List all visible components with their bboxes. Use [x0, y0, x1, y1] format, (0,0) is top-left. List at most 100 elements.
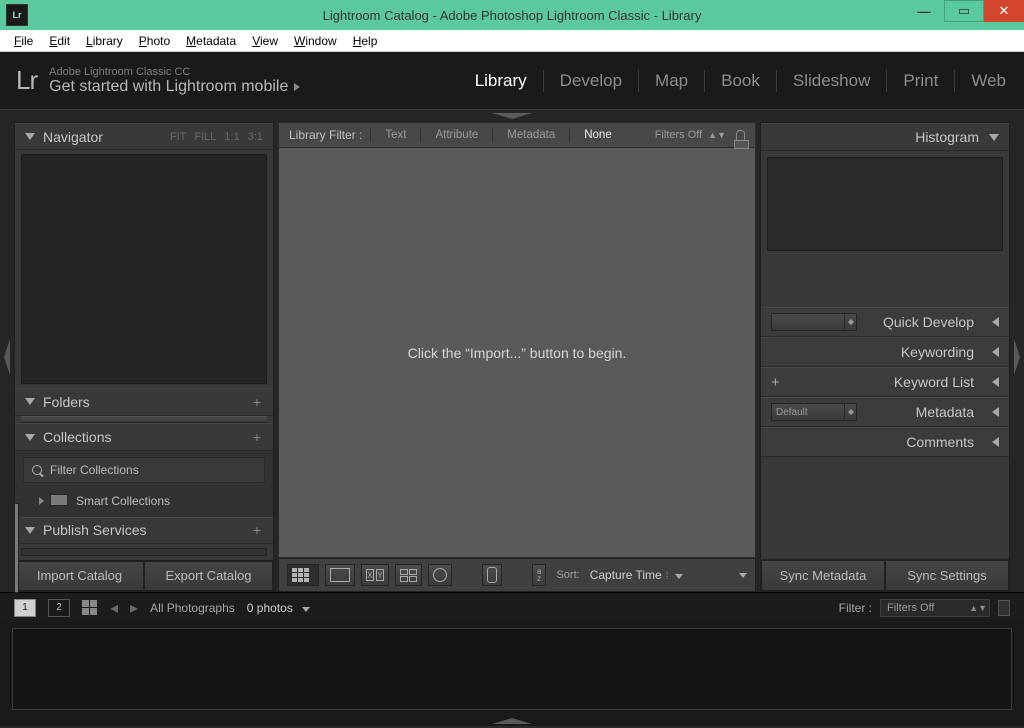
face-icon: [433, 568, 447, 582]
identity-plate: Lr Adobe Lightroom Classic CC Get starte…: [0, 52, 1024, 110]
survey-view-button[interactable]: [395, 564, 422, 586]
collections-header[interactable]: Collections +: [15, 423, 273, 450]
histogram-header[interactable]: Histogram: [761, 123, 1009, 151]
window-controls: — ▭ ✕: [904, 0, 1024, 22]
menu-help[interactable]: Help: [345, 32, 386, 50]
import-button[interactable]: Import Catalog: [15, 561, 144, 591]
mobile-cta[interactable]: Get started with Lightroom mobile: [49, 78, 300, 96]
folders-header[interactable]: Folders +: [15, 388, 273, 415]
filmstrip-toolbar: 1 2 ◂ ▸ All Photographs 0 photos Filter …: [0, 592, 1024, 622]
add-keyword-button[interactable]: +: [771, 374, 780, 391]
sort-direction-button[interactable]: az: [532, 564, 546, 586]
menu-metadata[interactable]: Metadata: [178, 32, 244, 50]
grid-shortcut-icon[interactable]: [82, 600, 98, 615]
minimize-button[interactable]: —: [904, 0, 944, 22]
collapse-left-panel[interactable]: [0, 122, 14, 592]
add-folder-button[interactable]: +: [251, 394, 263, 410]
add-collection-button[interactable]: +: [251, 429, 263, 445]
grid-view-button[interactable]: [287, 564, 319, 586]
left-panel-buttons: Import Catalog Export Catalog: [15, 560, 273, 591]
collections-title: Collections: [43, 429, 251, 445]
navigator-zoom-options[interactable]: FIT FILL 1:1 3:1: [170, 131, 263, 143]
smart-collections-label: Smart Collections: [76, 494, 170, 508]
sort-value-dropdown[interactable]: Capture Time⁞: [590, 568, 683, 582]
empty-grid-message: Click the “Import...” button to begin.: [408, 345, 627, 361]
menu-photo[interactable]: Photo: [131, 32, 178, 50]
chevron-right-icon: [294, 83, 300, 91]
menu-library[interactable]: Library: [78, 32, 131, 50]
painter-tool-button[interactable]: [482, 564, 502, 586]
module-print[interactable]: Print: [887, 70, 955, 92]
grid-view[interactable]: Click the “Import...” button to begin.: [278, 148, 756, 558]
nav-back-button[interactable]: ◂: [110, 598, 118, 618]
filters-off-preset[interactable]: Filters Off: [655, 129, 702, 141]
filter-metadata[interactable]: Metadata: [501, 129, 561, 141]
keywording-header[interactable]: Keywording: [761, 337, 1009, 367]
people-view-button[interactable]: [428, 564, 452, 586]
export-button[interactable]: Export Catalog: [144, 561, 273, 591]
left-scrollbar[interactable]: [14, 503, 19, 593]
publish-services-body: [21, 548, 267, 556]
filter-preset-select[interactable]: Filters Off▲▼: [880, 599, 990, 617]
workspace: Navigator FIT FILL 1:1 3:1 Folders + Col…: [0, 122, 1024, 592]
filter-attribute[interactable]: Attribute: [429, 129, 484, 141]
smart-collections-row[interactable]: Smart Collections: [19, 489, 269, 513]
collapse-right-panel[interactable]: [1010, 122, 1024, 592]
menu-file[interactable]: File: [6, 32, 41, 50]
module-library[interactable]: Library: [459, 70, 544, 92]
product-name: Adobe Lightroom Classic CC: [49, 66, 300, 78]
filter-label: Filter :: [839, 601, 872, 615]
maximize-button[interactable]: ▭: [944, 0, 984, 22]
breadcrumb[interactable]: All Photographs: [150, 601, 235, 615]
metadata-preset-select[interactable]: Default: [771, 403, 857, 421]
right-panel: Histogram Quick Develop Keywording + Key…: [760, 122, 1010, 592]
menu-edit[interactable]: Edit: [41, 32, 78, 50]
filter-text[interactable]: Text: [379, 129, 412, 141]
disclosure-triangle-icon: [989, 134, 999, 141]
photo-count: 0 photos: [247, 601, 310, 615]
filter-collections-input[interactable]: Filter Collections: [23, 457, 265, 483]
folders-volume-bar: [21, 416, 267, 424]
navigator-header[interactable]: Navigator FIT FILL 1:1 3:1: [15, 123, 273, 150]
metadata-header[interactable]: Default Metadata: [761, 397, 1009, 427]
filter-lock-toggle[interactable]: [998, 600, 1010, 616]
menu-view[interactable]: View: [244, 32, 286, 50]
compare-view-button[interactable]: XY: [361, 564, 389, 586]
add-publish-service-button[interactable]: +: [251, 522, 263, 538]
sync-metadata-button[interactable]: Sync Metadata: [761, 560, 885, 591]
publish-services-header[interactable]: Publish Services +: [15, 517, 273, 544]
lock-icon[interactable]: [736, 130, 745, 141]
module-slideshow[interactable]: Slideshow: [777, 70, 888, 92]
comments-header[interactable]: Comments: [761, 427, 1009, 457]
sync-settings-button[interactable]: Sync Settings: [885, 560, 1009, 591]
quick-develop-preset-select[interactable]: [771, 313, 857, 331]
quick-develop-title: Quick Develop: [883, 314, 974, 330]
loupe-icon: [330, 568, 350, 582]
module-web[interactable]: Web: [955, 70, 1006, 92]
navigator-preview[interactable]: [21, 154, 267, 384]
toolbar-options-button[interactable]: [739, 573, 747, 578]
menu-window[interactable]: Window: [286, 32, 345, 50]
disclosure-triangle-icon: [992, 377, 999, 387]
module-picker: Library Develop Map Book Slideshow Print…: [459, 70, 1006, 92]
module-develop[interactable]: Develop: [544, 70, 639, 92]
disclosure-triangle-icon: [992, 317, 999, 327]
quick-develop-header[interactable]: Quick Develop: [761, 307, 1009, 337]
chevron-down-icon: [302, 607, 310, 612]
loupe-view-button[interactable]: [325, 564, 355, 586]
menu-bar: File Edit Library Photo Metadata View Wi…: [0, 30, 1024, 52]
filmstrip-content[interactable]: [12, 628, 1012, 710]
spray-can-icon: [487, 567, 497, 583]
library-filter-bar: Library Filter : Text Attribute Metadata…: [278, 122, 756, 148]
filter-none[interactable]: None: [578, 129, 618, 141]
secondary-window-toggle[interactable]: 2: [48, 599, 70, 617]
close-button[interactable]: ✕: [984, 0, 1024, 22]
module-book[interactable]: Book: [705, 70, 777, 92]
keyword-list-header[interactable]: + Keyword List: [761, 367, 1009, 397]
collapse-filmstrip[interactable]: [0, 716, 1024, 726]
module-map[interactable]: Map: [639, 70, 705, 92]
nav-forward-button[interactable]: ▸: [130, 598, 138, 618]
collapse-top-panel[interactable]: [0, 110, 1024, 122]
main-window-toggle[interactable]: 1: [14, 599, 36, 617]
window-titlebar: Lr Lightroom Catalog - Adobe Photoshop L…: [0, 0, 1024, 30]
